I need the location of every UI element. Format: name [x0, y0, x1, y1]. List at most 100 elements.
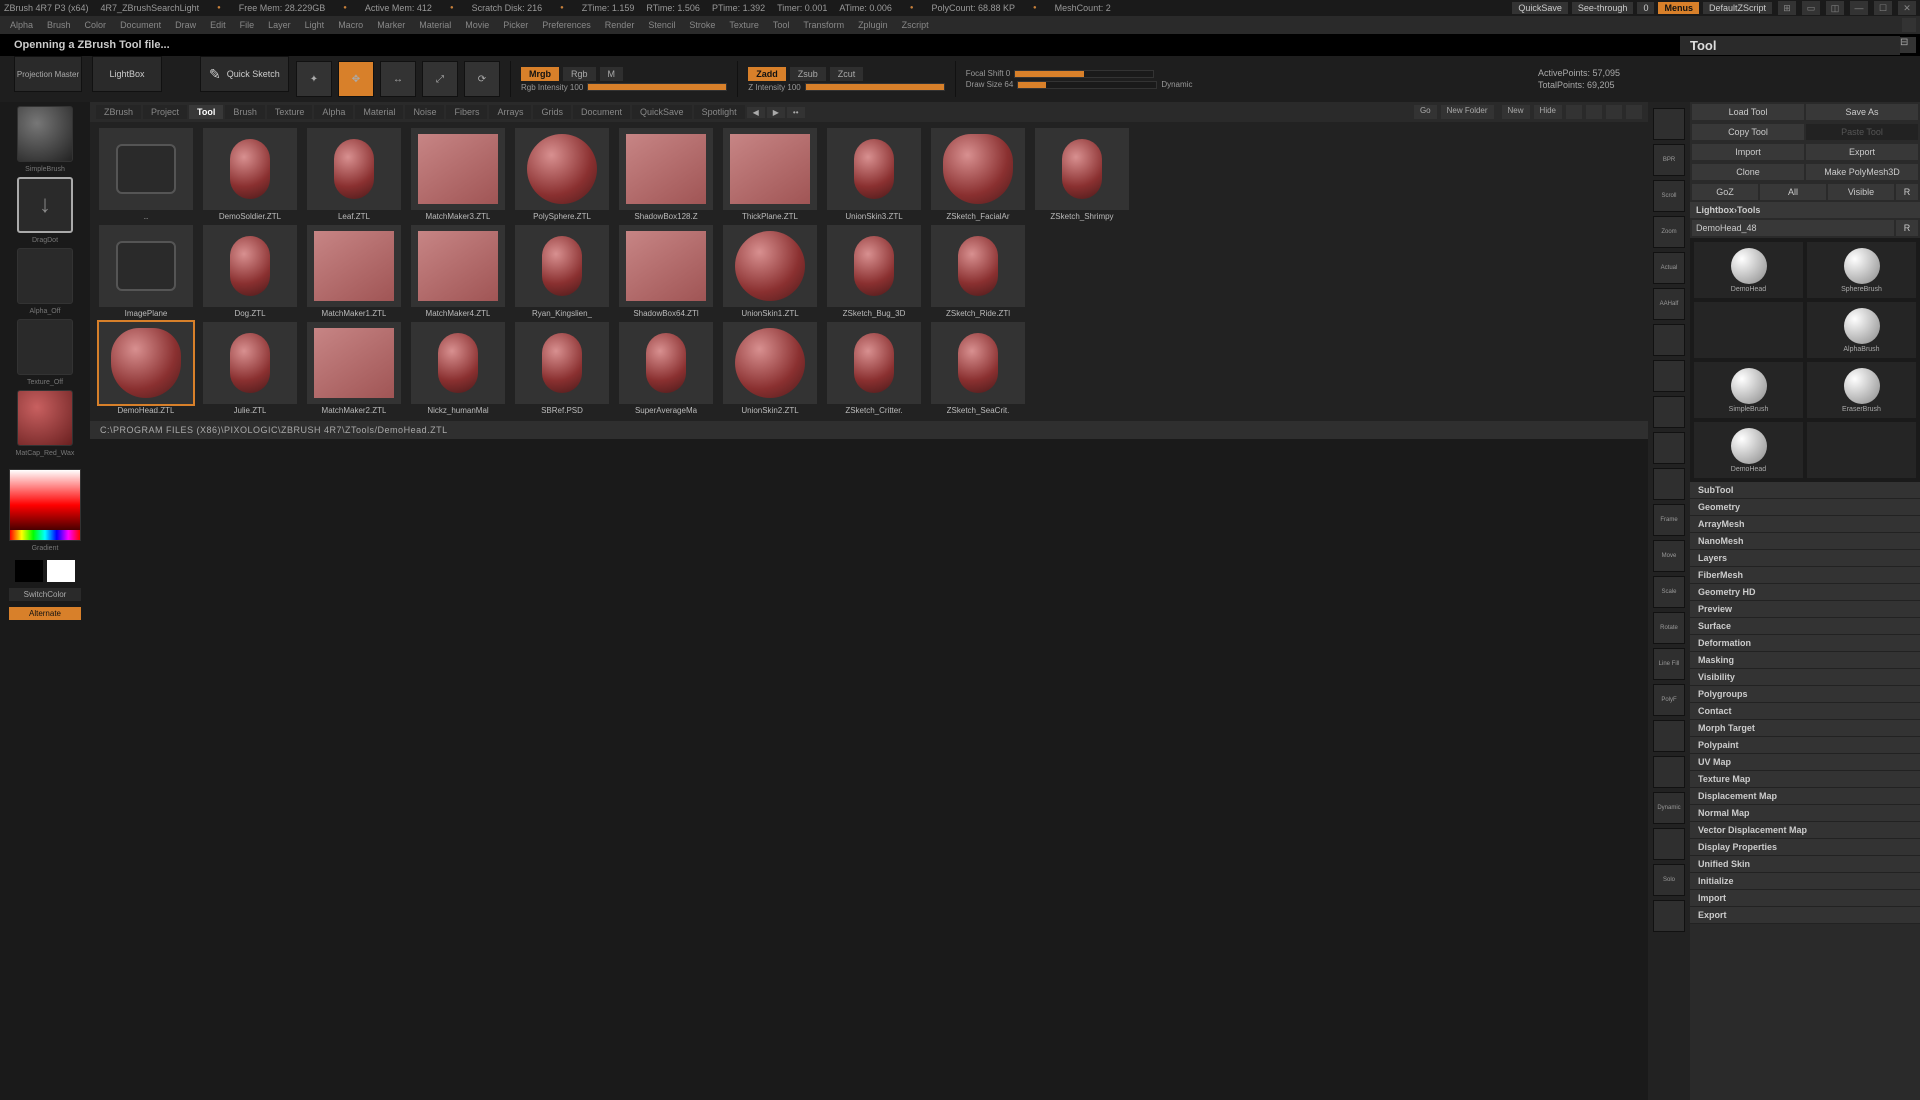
lightbox-tools-label[interactable]: Lightbox›Tools [1690, 202, 1920, 218]
menus-button[interactable]: Menus [1658, 2, 1699, 14]
rail-button[interactable]: Rotate [1653, 612, 1685, 644]
rail-button[interactable]: Frame [1653, 504, 1685, 536]
stroke-swatch[interactable]: ↓ [17, 177, 73, 233]
rail-button[interactable]: Line Fill [1653, 648, 1685, 680]
lightbox-thumb[interactable]: ImagePlane [96, 225, 196, 318]
rail-button[interactable] [1653, 900, 1685, 932]
alpha-swatch[interactable] [17, 248, 73, 304]
lightbox-thumb[interactable]: Ryan_Kingslien_ [512, 225, 612, 318]
rail-button[interactable]: Scroll [1653, 180, 1685, 212]
lightbox-thumb[interactable]: MatchMaker4.ZTL [408, 225, 508, 318]
tool-section-arraymesh[interactable]: ArrayMesh [1690, 516, 1920, 533]
active-tool-name[interactable]: DemoHead_48 [1692, 220, 1894, 236]
color-picker[interactable] [9, 469, 81, 541]
clone-button[interactable]: Clone [1692, 164, 1804, 180]
hide-button[interactable]: Hide [1534, 105, 1562, 119]
rail-button[interactable] [1653, 720, 1685, 752]
tool-section-surface[interactable]: Surface [1690, 618, 1920, 635]
tool-section-texture-map[interactable]: Texture Map [1690, 771, 1920, 788]
lightbox-thumb[interactable]: Nickz_humanMal [408, 322, 508, 415]
tool-section-masking[interactable]: Masking [1690, 652, 1920, 669]
rail-button[interactable]: Zoom [1653, 216, 1685, 248]
view-1-icon[interactable] [1566, 105, 1582, 119]
zsub-button[interactable]: Zsub [790, 67, 826, 81]
tool-section-nanomesh[interactable]: NanoMesh [1690, 533, 1920, 550]
tool-section-visibility[interactable]: Visibility [1690, 669, 1920, 686]
draw-mode-icon[interactable]: ✥ [338, 61, 374, 97]
projection-master-button[interactable]: Projection Master [14, 56, 82, 92]
tool-section-preview[interactable]: Preview [1690, 601, 1920, 618]
lightbox-thumb[interactable]: MatchMaker2.ZTL [304, 322, 404, 415]
make-polymesh3d-button[interactable]: Make PolyMesh3D [1806, 164, 1918, 180]
minimize-button[interactable]: — [1850, 1, 1868, 15]
rail-button[interactable] [1653, 828, 1685, 860]
lightbox-thumb[interactable]: MatchMaker1.ZTL [304, 225, 404, 318]
rgb-intensity-slider[interactable] [587, 83, 727, 91]
tool-section-polygroups[interactable]: Polygroups [1690, 686, 1920, 703]
goz-all-button[interactable]: All [1760, 184, 1826, 200]
rail-button[interactable]: AAHalf [1653, 288, 1685, 320]
tool-section-layers[interactable]: Layers [1690, 550, 1920, 567]
rail-button[interactable] [1653, 468, 1685, 500]
menu-document[interactable]: Document [120, 20, 161, 30]
tool-thumbnail[interactable]: DemoHead [1694, 242, 1803, 298]
tool-section-initialize[interactable]: Initialize [1690, 873, 1920, 890]
goz-button[interactable]: GoZ [1692, 184, 1758, 200]
new-folder-button[interactable]: New Folder [1441, 105, 1494, 119]
lightbox-thumb[interactable]: UnionSkin2.ZTL [720, 322, 820, 415]
tab-zbrush[interactable]: ZBrush [96, 105, 141, 119]
tool-section-uv-map[interactable]: UV Map [1690, 754, 1920, 771]
lightbox-thumb[interactable]: ThickPlane.ZTL [720, 128, 820, 221]
menu-material[interactable]: Material [419, 20, 451, 30]
edit-mode-icon[interactable]: ✦ [296, 61, 332, 97]
lightbox-button[interactable]: LightBox [92, 56, 162, 92]
panel-collapse-icon[interactable]: ⊟ [1900, 37, 1916, 53]
mrgb-button[interactable]: Mrgb [521, 67, 559, 81]
menu-file[interactable]: File [240, 20, 255, 30]
tool-section-import[interactable]: Import [1690, 890, 1920, 907]
rail-button[interactable]: PolyF [1653, 684, 1685, 716]
rail-button[interactable]: Scale [1653, 576, 1685, 608]
goz-visible-button[interactable]: Visible [1828, 184, 1894, 200]
menu-stroke[interactable]: Stroke [689, 20, 715, 30]
rail-button[interactable] [1653, 108, 1685, 140]
lightbox-thumb[interactable]: MatchMaker3.ZTL [408, 128, 508, 221]
tool-section-geometry[interactable]: Geometry [1690, 499, 1920, 516]
menu-preferences[interactable]: Preferences [542, 20, 591, 30]
lightbox-thumb[interactable]: ZSketch_SeaCrit. [928, 322, 1028, 415]
lightbox-thumb[interactable]: Dog.ZTL [200, 225, 300, 318]
win-btn-1[interactable]: ⊞ [1778, 1, 1796, 15]
nav-next-icon[interactable]: ▶ [767, 107, 785, 118]
quicksave-button[interactable]: QuickSave [1512, 2, 1568, 14]
tab-noise[interactable]: Noise [405, 105, 444, 119]
tool-thumbnail[interactable]: SimpleBrush [1694, 362, 1803, 418]
import-button[interactable]: Import [1692, 144, 1804, 160]
menu-brush[interactable]: Brush [47, 20, 71, 30]
tab-quicksave[interactable]: QuickSave [632, 105, 692, 119]
tab-arrays[interactable]: Arrays [489, 105, 531, 119]
texture-swatch[interactable] [17, 319, 73, 375]
rail-button[interactable] [1653, 756, 1685, 788]
load-tool-button[interactable]: Load Tool [1692, 104, 1804, 120]
menu-zplugin[interactable]: Zplugin [858, 20, 888, 30]
tool-section-normal-map[interactable]: Normal Map [1690, 805, 1920, 822]
maximize-button[interactable]: ☐ [1874, 1, 1892, 15]
menu-texture[interactable]: Texture [729, 20, 759, 30]
menu-macro[interactable]: Macro [338, 20, 363, 30]
lightbox-thumb[interactable]: .. [96, 128, 196, 221]
tool-section-contact[interactable]: Contact [1690, 703, 1920, 720]
tab-material[interactable]: Material [355, 105, 403, 119]
menu-zscript[interactable]: Zscript [902, 20, 929, 30]
lightbox-thumb[interactable]: ZSketch_Ride.ZTl [928, 225, 1028, 318]
tool-section-geometry-hd[interactable]: Geometry HD [1690, 584, 1920, 601]
tool-thumbnail[interactable]: EraserBrush [1807, 362, 1916, 418]
rail-button[interactable]: Move [1653, 540, 1685, 572]
rail-button[interactable] [1653, 360, 1685, 392]
tool-section-displacement-map[interactable]: Displacement Map [1690, 788, 1920, 805]
lightbox-thumb[interactable]: UnionSkin1.ZTL [720, 225, 820, 318]
lightbox-thumb[interactable]: ZSketch_Critter. [824, 322, 924, 415]
tab-document[interactable]: Document [573, 105, 630, 119]
menu-stencil[interactable]: Stencil [648, 20, 675, 30]
canvas-area[interactable] [90, 439, 1648, 1100]
lightbox-thumb[interactable]: ZSketch_Bug_3D [824, 225, 924, 318]
